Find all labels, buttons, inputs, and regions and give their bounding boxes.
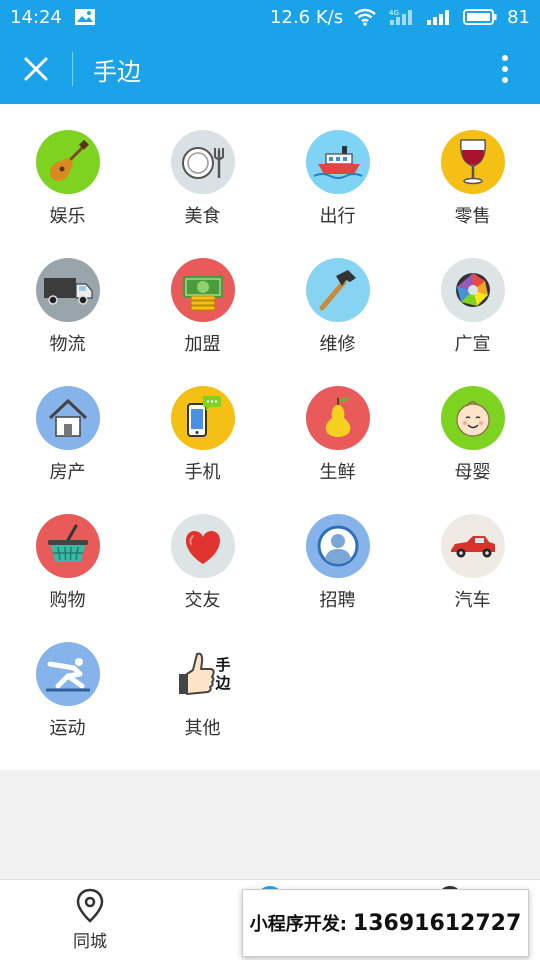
heart-icon <box>170 514 235 578</box>
category-qita[interactable]: 手边 其他 <box>135 642 270 770</box>
gymnast-icon <box>35 642 100 706</box>
image-notification-icon <box>74 8 96 26</box>
category-chuxing[interactable]: 出行 <box>270 130 405 258</box>
category-label: 购物 <box>49 590 86 611</box>
basket-icon <box>35 514 100 578</box>
tab-local-label: 同城 <box>73 932 107 952</box>
wifi-icon <box>353 8 377 26</box>
promo-phone: 13691612727 <box>352 910 522 936</box>
guitar-icon <box>35 130 100 194</box>
category-zhaopin[interactable]: 招聘 <box>270 514 405 642</box>
category-jiaoyou[interactable]: 交友 <box>135 514 270 642</box>
plate-icon <box>170 130 235 194</box>
category-label: 零售 <box>454 206 491 227</box>
category-label: 汽车 <box>454 590 491 611</box>
category-label: 娱乐 <box>49 206 86 227</box>
promo-label: 小程序开发: <box>249 914 347 935</box>
house-icon <box>35 386 100 450</box>
truck-icon <box>35 258 100 322</box>
app-bar-divider <box>72 52 73 86</box>
category-shouji[interactable]: 手机 <box>135 386 270 514</box>
category-label: 招聘 <box>319 590 356 611</box>
pear-icon <box>305 386 370 450</box>
signal-bars-icon <box>425 8 453 26</box>
category-label: 美食 <box>184 206 221 227</box>
category-label: 生鲜 <box>319 462 356 483</box>
status-time: 14:24 <box>10 6 62 28</box>
more-menu-button[interactable] <box>470 34 540 104</box>
category-wuliu[interactable]: 物流 <box>0 258 135 386</box>
person-icon <box>305 514 370 578</box>
phone-icon <box>170 386 235 450</box>
more-vertical-icon <box>502 55 508 83</box>
category-qiche[interactable]: 汽车 <box>405 514 540 642</box>
category-label: 出行 <box>319 206 356 227</box>
location-pin-icon <box>76 888 104 923</box>
network-speed: 12.6 K/s <box>270 6 344 28</box>
category-label: 广宣 <box>454 334 491 355</box>
category-label: 加盟 <box>184 334 221 355</box>
category-label: 房产 <box>49 462 86 483</box>
category-grid: 娱乐 美食 出行 零售 物流 加盟 维修 广宣 房产 手机 生鲜 母婴 购物 交… <box>0 130 540 770</box>
category-lingshou[interactable]: 零售 <box>405 130 540 258</box>
signal-4g-icon: 4G <box>387 8 415 26</box>
wine-glass-icon <box>440 130 505 194</box>
battery-level: 81 <box>507 6 530 28</box>
category-fangchan[interactable]: 房产 <box>0 386 135 514</box>
category-label: 运动 <box>49 718 86 739</box>
status-bar: 14:24 12.6 K/s 4G 81 <box>0 0 540 34</box>
thumbs-up-badge-top: 手 <box>215 656 230 674</box>
category-label: 其他 <box>184 718 221 739</box>
tab-local[interactable]: 同城 <box>40 888 140 952</box>
page-title: 手边 <box>93 57 141 86</box>
category-label: 母婴 <box>454 462 491 483</box>
close-button[interactable] <box>0 34 72 104</box>
thumbs-up-badge-bottom: 边 <box>214 674 231 692</box>
category-shengxian[interactable]: 生鲜 <box>270 386 405 514</box>
category-meishi[interactable]: 美食 <box>135 130 270 258</box>
category-label: 手机 <box>184 462 221 483</box>
thumbs-up-icon: 手边 <box>170 642 235 706</box>
svg-text:4G: 4G <box>389 9 399 17</box>
category-panel: 娱乐 美食 出行 零售 物流 加盟 维修 广宣 房产 手机 生鲜 母婴 购物 交… <box>0 104 540 770</box>
hammer-icon <box>305 258 370 322</box>
category-yundong[interactable]: 运动 <box>0 642 135 770</box>
category-guangxuan[interactable]: 广宣 <box>405 258 540 386</box>
close-icon <box>24 57 48 81</box>
ship-icon <box>305 130 370 194</box>
category-weixiu[interactable]: 维修 <box>270 258 405 386</box>
category-jiameng[interactable]: 加盟 <box>135 258 270 386</box>
category-label: 交友 <box>184 590 221 611</box>
app-bar: 手边 <box>0 34 540 104</box>
car-icon <box>440 514 505 578</box>
category-label: 维修 <box>319 334 356 355</box>
category-gouwu[interactable]: 购物 <box>0 514 135 642</box>
category-label: 物流 <box>49 334 86 355</box>
category-muying[interactable]: 母婴 <box>405 386 540 514</box>
aperture-icon <box>440 258 505 322</box>
battery-icon <box>463 8 497 26</box>
promo-overlay: 小程序开发: 13691612727 <box>242 889 529 957</box>
baby-icon <box>440 386 505 450</box>
money-icon <box>170 258 235 322</box>
category-yule[interactable]: 娱乐 <box>0 130 135 258</box>
